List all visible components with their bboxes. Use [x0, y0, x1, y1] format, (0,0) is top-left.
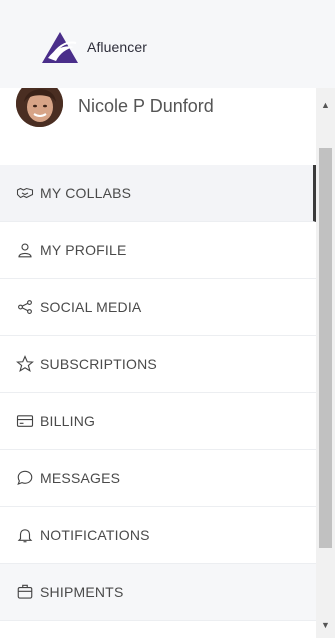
share-icon [15, 297, 35, 317]
nav-label: MY COLLABS [40, 185, 132, 201]
afluencer-logo-icon[interactable] [42, 31, 78, 63]
credit-card-icon [15, 411, 35, 431]
nav-label: BILLING [40, 413, 96, 429]
user-profile[interactable]: Nicole P Dunford [0, 88, 316, 165]
nav-item-notifications[interactable]: NOTIFICATIONS [0, 507, 316, 564]
nav-label: SUBSCRIPTIONS [40, 356, 157, 372]
chat-bubble-icon [15, 468, 35, 488]
nav-item-my-profile[interactable]: MY PROFILE [0, 222, 316, 279]
box-icon [15, 582, 35, 602]
bell-icon [15, 525, 35, 545]
nav-label: NOTIFICATIONS [40, 527, 150, 543]
sidebar-nav: MY COLLABS MY PROFILE SOCIAL MEDIA SUBSC… [0, 165, 316, 621]
nav-label: SHIPMENTS [40, 584, 124, 600]
user-avatar[interactable] [16, 88, 63, 127]
scrollbar-thumb[interactable] [319, 148, 332, 548]
nav-label: MY PROFILE [40, 242, 127, 258]
handshake-icon [15, 183, 35, 203]
nav-item-social-media[interactable]: SOCIAL MEDIA [0, 279, 316, 336]
brand-name[interactable]: Afluencer [87, 39, 147, 55]
app-header: Afluencer [0, 0, 335, 88]
sidebar-scrollbar[interactable]: ▲ ▼ [316, 88, 335, 638]
nav-item-subscriptions[interactable]: SUBSCRIPTIONS [0, 336, 316, 393]
sidebar-scroll-area: Nicole P Dunford MY COLLABS MY PROFILE S… [0, 88, 316, 638]
nav-item-billing[interactable]: BILLING [0, 393, 316, 450]
nav-label: MESSAGES [40, 470, 121, 486]
nav-item-my-collabs[interactable]: MY COLLABS [0, 165, 316, 222]
nav-item-shipments[interactable]: SHIPMENTS [0, 564, 316, 621]
scroll-down-arrow-icon[interactable]: ▼ [316, 618, 335, 632]
scroll-up-arrow-icon[interactable]: ▲ [316, 98, 335, 112]
user-name[interactable]: Nicole P Dunford [78, 96, 214, 117]
nav-label: SOCIAL MEDIA [40, 299, 142, 315]
user-icon [15, 240, 35, 260]
nav-item-messages[interactable]: MESSAGES [0, 450, 316, 507]
star-icon [15, 354, 35, 374]
